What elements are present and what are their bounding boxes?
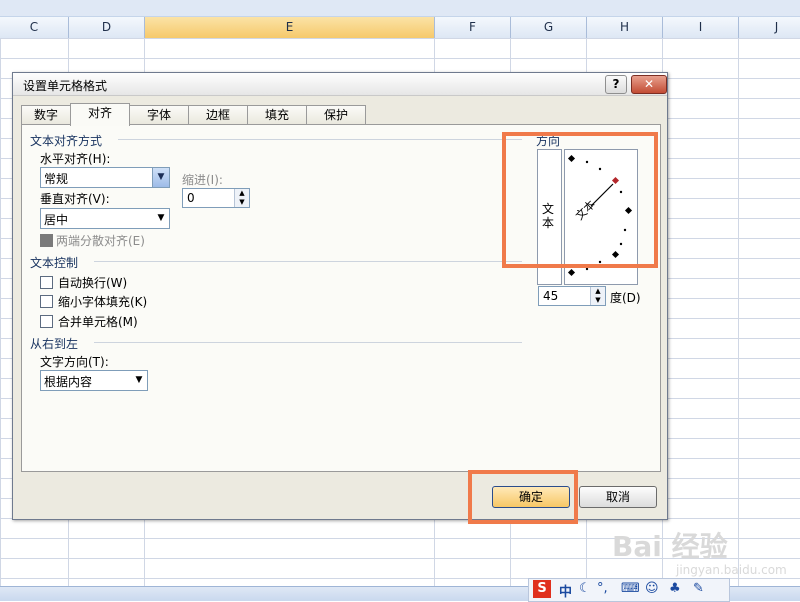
dialog-title: 设置单元格格式 xyxy=(23,79,108,93)
dialog-titlebar[interactable]: 设置单元格格式 ? ✕ xyxy=(13,73,667,96)
tab-number[interactable]: 数字 xyxy=(21,105,71,125)
text-direction-label: 文字方向(T): xyxy=(40,355,109,369)
justify-distributed-label: 两端分散对齐(E) xyxy=(56,234,145,248)
merge-cells-checkbox[interactable] xyxy=(40,315,53,328)
chevron-up-icon[interactable]: ▲ xyxy=(591,287,605,296)
column-header-c[interactable]: C xyxy=(0,17,69,38)
section-divider xyxy=(94,342,522,343)
column-header-i[interactable]: I xyxy=(663,17,739,38)
tab-fill[interactable]: 填充 xyxy=(247,105,307,125)
tab-alignment[interactable]: 对齐 xyxy=(70,103,130,126)
chevron-down-icon[interactable]: ▼ xyxy=(591,296,605,305)
horizontal-align-value: 常规 xyxy=(44,172,69,186)
ime-mode[interactable]: 中 xyxy=(559,581,572,600)
spinner-buttons[interactable]: ▲ ▼ xyxy=(234,189,249,207)
chevron-down-icon[interactable]: ▼ xyxy=(131,371,147,390)
shrink-to-fit-label[interactable]: 缩小字体填充(K) xyxy=(58,293,147,310)
user-icon[interactable]: ☺ xyxy=(645,581,659,596)
highlight-box-orientation xyxy=(502,132,658,268)
right-to-left-section-title: 从右到左 xyxy=(30,337,79,351)
highlight-box-ok xyxy=(468,470,578,524)
column-header-f[interactable]: F xyxy=(435,17,511,38)
keyboard-icon[interactable]: ⌨ xyxy=(621,581,640,596)
column-header-j[interactable]: J xyxy=(739,17,800,38)
horizontal-align-select[interactable]: 常规 ▼ xyxy=(40,167,170,188)
section-divider xyxy=(94,261,522,262)
chevron-down-icon[interactable]: ▼ xyxy=(235,198,249,207)
dial-tick xyxy=(585,267,589,271)
indent-value: 0 xyxy=(187,191,195,205)
spinner-buttons[interactable]: ▲ ▼ xyxy=(590,287,605,305)
settings-wrench-icon[interactable]: ✎ xyxy=(693,581,704,596)
cancel-button[interactable]: 取消 xyxy=(579,486,657,508)
vertical-align-value: 居中 xyxy=(44,213,69,227)
chevron-down-icon[interactable]: ▼ xyxy=(153,209,169,228)
punctuation-icon[interactable]: °, xyxy=(597,581,608,596)
wrap-text-checkbox[interactable] xyxy=(40,276,53,289)
degrees-spinner[interactable]: 45 ▲ ▼ xyxy=(538,286,606,306)
shrink-to-fit-checkbox[interactable] xyxy=(40,295,53,308)
help-button[interactable]: ? xyxy=(605,75,627,94)
close-button[interactable]: ✕ xyxy=(631,75,667,94)
merge-cells-label[interactable]: 合并单元格(M) xyxy=(58,313,138,330)
ime-toolbar: S 中 ☾ °, ⌨ ☺ ♣ ✎ xyxy=(528,578,730,602)
column-header-e[interactable]: E xyxy=(145,17,435,38)
section-divider xyxy=(118,139,522,140)
wrap-text-label[interactable]: 自动换行(W) xyxy=(58,274,127,291)
skin-icon[interactable]: ♣ xyxy=(669,581,681,596)
text-direction-value: 根据内容 xyxy=(44,375,93,389)
watermark-logo: Bai 经验 xyxy=(612,530,728,563)
text-control-section-title: 文本控制 xyxy=(30,256,79,270)
degrees-value: 45 xyxy=(543,289,559,303)
chevron-down-icon[interactable]: ▼ xyxy=(152,168,169,187)
degrees-label: 度(D) xyxy=(610,291,641,305)
tab-font[interactable]: 字体 xyxy=(129,105,189,125)
chevron-up-icon[interactable]: ▲ xyxy=(235,189,249,198)
column-header-h[interactable]: H xyxy=(587,17,663,38)
sogou-logo-icon[interactable]: S xyxy=(533,580,551,598)
indent-label: 缩进(I): xyxy=(182,173,223,187)
watermark-url: jingyan.baidu.com xyxy=(676,563,787,577)
column-headers: C D E F G H I J xyxy=(0,17,800,39)
column-header-d[interactable]: D xyxy=(69,17,145,38)
indent-spinner[interactable]: 0 ▲ ▼ xyxy=(182,188,250,208)
justify-distributed-checkbox xyxy=(40,234,53,247)
moon-icon[interactable]: ☾ xyxy=(579,581,591,596)
grid-line xyxy=(738,38,739,600)
vertical-align-label: 垂直对齐(V): xyxy=(40,192,110,206)
ribbon-strip xyxy=(0,0,800,17)
tab-protection[interactable]: 保护 xyxy=(306,105,366,125)
vertical-align-select[interactable]: 居中 ▼ xyxy=(40,208,170,229)
tab-border[interactable]: 边框 xyxy=(188,105,248,125)
column-header-g[interactable]: G xyxy=(511,17,587,38)
text-alignment-section-title: 文本对齐方式 xyxy=(30,134,103,148)
dial-marker xyxy=(567,268,576,277)
text-direction-select[interactable]: 根据内容 ▼ xyxy=(40,370,148,391)
horizontal-align-label: 水平对齐(H): xyxy=(40,152,111,166)
